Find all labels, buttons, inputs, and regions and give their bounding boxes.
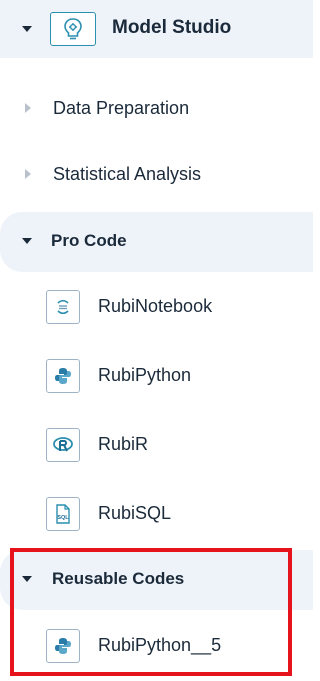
- page-title: Model Studio: [112, 17, 232, 38]
- tree-item-label: RubiPython__5: [98, 635, 222, 655]
- tree-item-label: RubiNotebook: [98, 296, 213, 316]
- notebook-icon: [46, 290, 80, 324]
- tree-item-label: RubiR: [98, 434, 149, 454]
- python-icon: [46, 359, 80, 393]
- tree-item-rubisql[interactable]: SQL RubiSQL: [0, 489, 313, 539]
- tree-item-label: Data Preparation: [53, 98, 190, 118]
- tree-item-rubinotebook[interactable]: RubiNotebook: [0, 282, 313, 332]
- model-studio-panel: Model Studio Data Preparation Statistica…: [0, 0, 313, 681]
- tree-item-rubipython-5[interactable]: RubiPython__5: [0, 621, 313, 671]
- tree-item-rubipython[interactable]: RubiPython: [0, 351, 313, 401]
- chevron-down-icon[interactable]: [22, 26, 32, 32]
- tree-item-label: RubiSQL: [98, 503, 172, 523]
- chevron-down-icon[interactable]: [22, 238, 32, 244]
- tree-item-rubir[interactable]: RubiR: [0, 420, 313, 470]
- section-reusable-codes[interactable]: Reusable Codes: [0, 550, 313, 610]
- section-pro-code[interactable]: Pro Code: [0, 212, 313, 272]
- tree-item-data-preparation[interactable]: Data Preparation: [0, 86, 313, 130]
- section-label: Reusable Codes: [52, 569, 185, 588]
- tree-item-label: Statistical Analysis: [53, 164, 202, 184]
- tree-item-label: RubiPython: [98, 365, 192, 385]
- sql-file-icon: SQL: [46, 497, 80, 531]
- r-icon: [46, 428, 80, 462]
- model-studio-header[interactable]: Model Studio: [0, 0, 313, 58]
- chevron-right-icon[interactable]: [25, 169, 31, 179]
- chevron-down-icon[interactable]: [22, 576, 32, 582]
- sql-icon-text: SQL: [57, 515, 69, 521]
- python-icon: [46, 629, 80, 663]
- tree-item-statistical-analysis[interactable]: Statistical Analysis: [0, 152, 313, 196]
- model-studio-icon: [50, 12, 96, 46]
- section-label: Pro Code: [51, 231, 127, 250]
- bulb-gear-icon: [64, 18, 82, 40]
- chevron-right-icon[interactable]: [25, 103, 31, 113]
